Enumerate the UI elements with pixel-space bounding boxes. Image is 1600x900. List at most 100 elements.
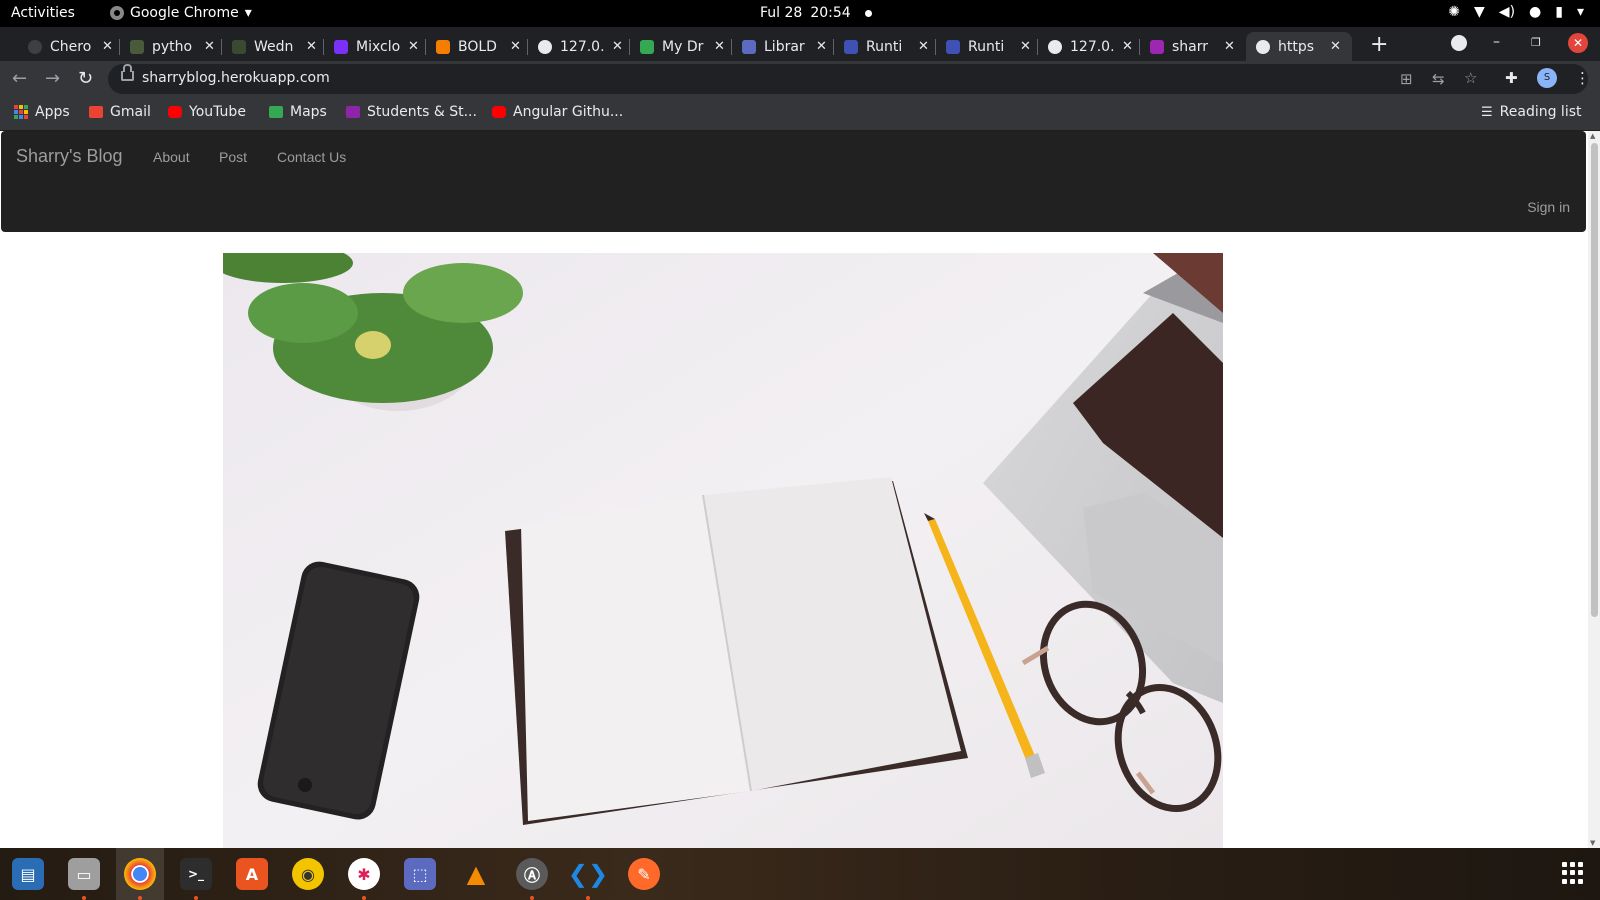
tab-title: Runti — [968, 38, 1005, 55]
wifi-icon: ▼ — [1474, 4, 1485, 20]
libreoffice-writer-icon[interactable]: ▤ — [12, 858, 44, 890]
show-applications-icon[interactable] — [1562, 862, 1584, 884]
tab-favicon-icon — [946, 39, 960, 54]
screenshot-icon[interactable]: ⬚ — [404, 858, 436, 890]
install-app-icon[interactable]: ⊞ — [1400, 70, 1413, 88]
bookmark-angular[interactable]: Angular Githu... — [492, 104, 623, 120]
software-updater-icon[interactable]: Ⓐ — [516, 858, 548, 890]
tab[interactable]: Runti ✕ — [834, 32, 936, 61]
tab-title: sharr — [1172, 38, 1209, 55]
web-page: Sharry's Blog About Post Contact Us Sign… — [0, 131, 1588, 848]
gmail-icon — [89, 106, 103, 118]
bookmark-star-icon[interactable]: ☆ — [1464, 69, 1477, 87]
nav-link-post[interactable]: Post — [219, 149, 247, 165]
tab[interactable]: My Dr ✕ — [630, 32, 732, 61]
site-navbar: Sharry's Blog About Post Contact Us Sign… — [1, 131, 1586, 232]
slack-icon[interactable]: ✱ — [348, 858, 380, 890]
bookmark-gmail[interactable]: Gmail — [89, 104, 151, 120]
app-menu[interactable]: Google Chrome ▾ — [110, 5, 252, 21]
tab-close-icon[interactable]: ✕ — [204, 39, 215, 54]
chrome-icon — [110, 6, 124, 20]
nav-link-contact[interactable]: Contact Us — [277, 149, 346, 165]
reload-icon[interactable]: ↻ — [78, 68, 93, 89]
time-label: 20:54 — [810, 5, 851, 21]
lock-icon[interactable] — [121, 64, 134, 81]
tab-favicon-icon — [742, 39, 756, 54]
tab[interactable]: Mixclo ✕ — [324, 32, 426, 61]
tab[interactable]: 127.0. ✕ — [528, 32, 630, 61]
new-tab-button[interactable]: + — [1370, 32, 1388, 57]
tab-close-icon[interactable]: ✕ — [306, 39, 317, 54]
inkscape-icon[interactable]: ✎ — [628, 858, 660, 890]
youtube-icon — [492, 106, 506, 118]
tab-close-icon[interactable]: ✕ — [816, 39, 827, 54]
clock[interactable]: Ful 28 20:54 — [760, 5, 872, 21]
power-menu-icon: ▾ — [1576, 4, 1584, 20]
tab-search-icon[interactable] — [1451, 35, 1467, 51]
activities-button[interactable]: Activities — [11, 5, 75, 21]
scrollbar-thumb[interactable] — [1591, 143, 1598, 617]
site-brand-link[interactable]: Sharry's Blog — [16, 146, 122, 167]
bookmark-apps[interactable]: Apps — [14, 104, 70, 120]
tab-close-icon[interactable]: ✕ — [918, 39, 929, 54]
minimize-icon[interactable]: – — [1493, 34, 1500, 50]
browser-toolbar: ← → ↻ sharryblog.herokuapp.com ⊞ ⇆ ☆ ✚ S… — [0, 61, 1600, 97]
system-tray[interactable]: ✺ ▼ ◀) ● ▮ ▾ — [1448, 4, 1584, 20]
tab-close-icon[interactable]: ✕ — [1330, 39, 1341, 54]
scroll-up-icon[interactable]: ▲ — [1590, 132, 1595, 140]
tab[interactable]: 127.0. ✕ — [1038, 32, 1140, 61]
vlc-icon[interactable]: ▲ — [460, 858, 492, 890]
tab-close-icon[interactable]: ✕ — [1020, 39, 1031, 54]
nav-link-about[interactable]: About — [153, 149, 190, 165]
files-icon[interactable]: ▭ — [68, 858, 100, 890]
tab[interactable]: Chero ✕ — [18, 32, 120, 61]
tab-close-icon[interactable]: ✕ — [1224, 39, 1235, 54]
volume-icon: ◀) — [1498, 4, 1516, 20]
software-center-icon[interactable]: A — [236, 858, 268, 890]
tab-close-icon[interactable]: ✕ — [510, 39, 521, 54]
translate-icon[interactable]: ⇆ — [1432, 70, 1445, 88]
tab[interactable]: sharr ✕ — [1140, 32, 1242, 61]
maximize-icon[interactable]: ❐ — [1531, 36, 1541, 49]
sign-in-link[interactable]: Sign in — [1527, 199, 1570, 215]
window-close-icon[interactable]: ✕ — [1568, 33, 1588, 53]
ubuntu-dock: ▤ ▭ >_ A ◉ ✱ ⬚ ▲ Ⓐ ❮❯ ✎ — [0, 848, 1600, 900]
bookmark-youtube[interactable]: YouTube — [168, 104, 246, 120]
tab-close-icon[interactable]: ✕ — [714, 39, 725, 54]
chrome-menu-icon[interactable]: ⋮ — [1575, 69, 1590, 87]
back-icon[interactable]: ← — [12, 68, 27, 89]
tab-close-icon[interactable]: ✕ — [408, 39, 419, 54]
terminal-icon[interactable]: >_ — [180, 858, 212, 890]
apps-grid-icon — [14, 105, 28, 119]
tab[interactable]: Wedn ✕ — [222, 32, 324, 61]
tab-title: Wedn — [254, 38, 294, 55]
tab[interactable]: Runti ✕ — [936, 32, 1038, 61]
tab-active[interactable]: https ✕ — [1246, 32, 1352, 61]
caret-down-icon: ▾ — [244, 5, 252, 21]
tab-favicon-icon — [640, 39, 654, 54]
running-indicator — [194, 896, 198, 900]
bookmark-label: Apps — [35, 104, 70, 120]
tab[interactable]: Librar ✕ — [732, 32, 834, 61]
reading-list-button[interactable]: ☰ Reading list — [1481, 104, 1582, 120]
profile-avatar[interactable]: S — [1537, 68, 1557, 88]
scroll-down-icon[interactable]: ▼ — [1590, 839, 1595, 847]
page-scrollbar[interactable]: ▲ ▼ — [1588, 131, 1600, 848]
forward-icon[interactable]: → — [45, 68, 60, 89]
classroom-icon — [346, 106, 360, 118]
vscode-icon[interactable]: ❮❯ — [568, 858, 608, 890]
tab-close-icon[interactable]: ✕ — [102, 39, 113, 54]
extensions-puzzle-icon[interactable]: ✚ — [1505, 69, 1518, 87]
tab-close-icon[interactable]: ✕ — [1122, 39, 1133, 54]
address-bar[interactable]: sharryblog.herokuapp.com ⊞ ⇆ ☆ — [108, 64, 1588, 94]
bookmark-students[interactable]: Students & St... — [346, 104, 477, 120]
tab[interactable]: BOLD ✕ — [426, 32, 528, 61]
google-chrome-icon[interactable] — [124, 858, 156, 890]
bookmarks-bar: Apps Gmail YouTube Maps Students & St...… — [0, 97, 1600, 131]
bookmark-maps[interactable]: Maps — [269, 104, 327, 120]
tab-close-icon[interactable]: ✕ — [612, 39, 623, 54]
system-top-bar: Activities Google Chrome ▾ Ful 28 20:54 … — [0, 0, 1600, 27]
tab[interactable]: pytho ✕ — [120, 32, 222, 61]
reading-list-icon: ☰ — [1481, 104, 1493, 120]
rhythmbox-icon[interactable]: ◉ — [292, 858, 324, 890]
